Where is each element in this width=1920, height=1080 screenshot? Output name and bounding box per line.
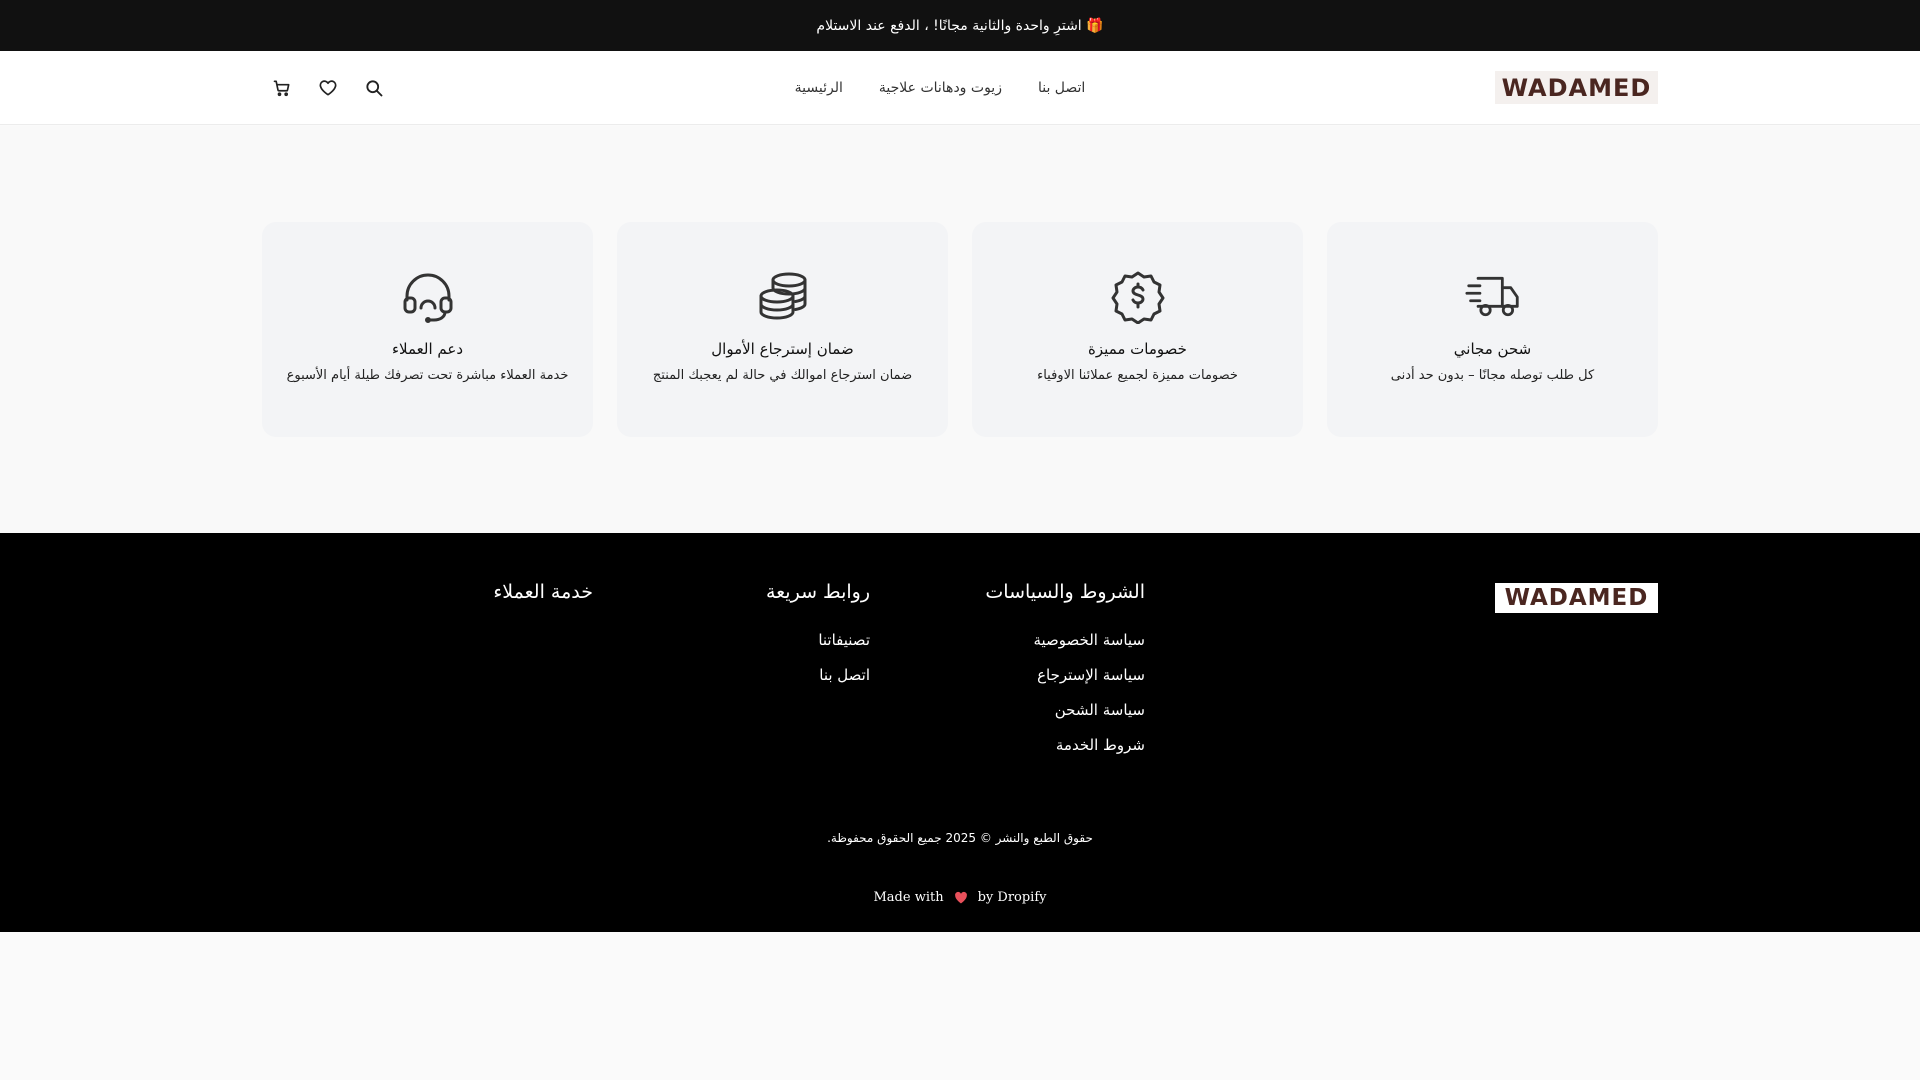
nav-item-contact[interactable]: اتصل بنا	[1038, 80, 1085, 96]
footer-logo[interactable]: WADAMED	[1495, 583, 1658, 613]
feature-desc: كل طلب توصله مجانًا – بدون حد أدنى	[1390, 368, 1595, 383]
headset-icon	[400, 269, 456, 325]
discount-badge-icon	[1110, 269, 1166, 325]
logo-text: WADAMED	[1501, 73, 1652, 102]
announcement-bar: 🎁 اشترِ واحدة والثانية مجانًا! ، الدفع ع…	[0, 0, 1920, 51]
search-icon[interactable]	[362, 76, 386, 100]
feature-title: دعم العملاء	[391, 340, 464, 358]
footer-link-privacy[interactable]: سياسة الخصوصية	[985, 631, 1145, 649]
feature-desc: خدمة العملاء مباشرة تحت تصرفك طيلة أيام …	[286, 368, 569, 383]
footer-link-returns[interactable]: سياسة الإسترجاع	[985, 666, 1145, 684]
copyright-text: حقوق الطبع والنشر © 2025 جميع الحقوق محف…	[827, 831, 1093, 845]
features-section: شحن مجاني كل طلب توصله مجانًا – بدون حد …	[0, 126, 1920, 533]
header-icons	[270, 76, 386, 100]
feature-title: ضمان إسترجاع الأموال	[711, 340, 854, 358]
credit-link[interactable]: by Dropify	[978, 890, 1047, 905]
feature-desc: ضمان استرجاع اموالك في حالة لم يعجبك الم…	[652, 368, 913, 383]
feature-title: خصومات مميزة	[1088, 340, 1187, 358]
truck-icon	[1464, 269, 1521, 325]
nav-item-home[interactable]: الرئيسية	[795, 80, 843, 96]
footer-link-terms[interactable]: شروط الخدمة	[985, 736, 1145, 754]
footer-col-title: روابط سريعة	[765, 581, 870, 603]
site-footer: WADAMED الشروط والسياسات سياسة الخصوصية …	[0, 533, 1920, 932]
footer-col-title: خدمة العملاء	[493, 581, 593, 603]
cart-icon[interactable]	[270, 76, 294, 100]
footer-col-quick-links: روابط سريعة تصنيفاتنا اتصل بنا	[766, 581, 870, 701]
footer-link-shipping[interactable]: سياسة الشحن	[985, 701, 1145, 719]
logo-text: WADAMED	[1504, 585, 1649, 611]
footer-link-categories[interactable]: تصنيفاتنا	[766, 631, 870, 649]
feature-card-shipping: شحن مجاني كل طلب توصله مجانًا – بدون حد …	[1327, 222, 1658, 437]
main-nav: الرئيسية زيوت ودهانات علاجية اتصل بنا	[780, 51, 1100, 125]
heart-icon	[952, 888, 970, 906]
heart-icon[interactable]	[316, 76, 340, 100]
site-header: WADAMED الرئيسية زيوت ودهانات علاجية اتص…	[0, 51, 1920, 125]
footer-col-customer-service: خدمة العملاء	[493, 581, 593, 631]
made-with-credit: Made with by Dropify	[0, 888, 1920, 906]
feature-card-discounts: خصومات مميزة خصومات مميزة لجميع عملائنا …	[972, 222, 1303, 437]
coins-icon	[755, 269, 811, 325]
footer-link-contact[interactable]: اتصل بنا	[766, 666, 870, 684]
footer-col-title: الشروط والسياسات	[985, 581, 1145, 603]
page-bottom-blank	[0, 932, 1920, 1080]
feature-title: شحن مجاني	[1453, 340, 1532, 358]
feature-card-money-back: ضمان إسترجاع الأموال ضمان استرجاع اموالك…	[617, 222, 948, 437]
footer-col-policies: الشروط والسياسات سياسة الخصوصية سياسة ال…	[985, 581, 1145, 771]
header-logo[interactable]: WADAMED	[1495, 71, 1658, 104]
made-with-text: Made with	[873, 889, 944, 905]
nav-item-oils[interactable]: زيوت ودهانات علاجية	[879, 80, 1002, 96]
announcement-text: 🎁 اشترِ واحدة والثانية مجانًا! ، الدفع ع…	[816, 17, 1104, 34]
feature-card-support: دعم العملاء خدمة العملاء مباشرة تحت تصرف…	[262, 222, 593, 437]
feature-desc: خصومات مميزة لجميع عملائنا الاوفياء	[1037, 368, 1238, 383]
